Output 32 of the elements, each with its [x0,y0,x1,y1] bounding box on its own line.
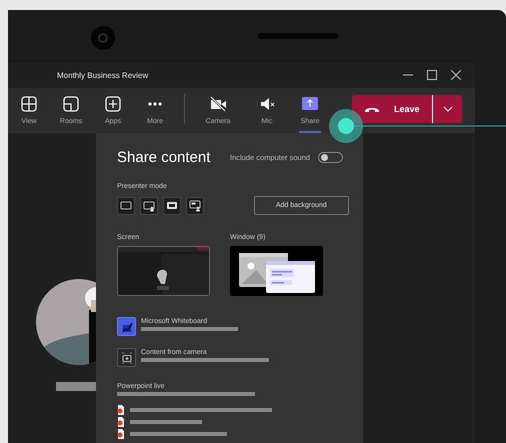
phone-icon [364,105,380,113]
presentation-file-icon [117,417,125,427]
panel-title: Share content [117,149,212,166]
camera-lens-icon [90,25,116,51]
sound-toggle[interactable] [318,152,344,163]
presenter-mode-button[interactable] [162,196,181,214]
presenter-mode-button[interactable] [186,196,204,214]
layout-icon [166,200,178,212]
window-title: Monthly Business Review [57,70,150,80]
presentation-file-icon [117,405,125,415]
maximize-icon[interactable] [427,70,437,80]
camera-tile[interactable] [117,348,136,367]
presentation-file-icon [117,429,125,439]
camera-icon [120,352,132,364]
presenter-icon [142,200,155,212]
add-app-icon [105,96,121,112]
leave-button[interactable]: Leave [352,95,462,123]
rooms-icon [63,96,79,112]
presenter-mode-button[interactable] [117,196,135,214]
presenter-mode-button[interactable] [140,196,158,214]
whiteboard-tile[interactable] [117,317,136,336]
chevron-down-icon [442,106,452,112]
camera-off-icon [210,96,226,112]
whiteboard-icon [120,320,132,332]
share-icon [302,96,318,112]
presenter-icon [188,200,201,212]
grid-icon [21,96,37,112]
screen-icon [120,200,132,212]
speaker-muted-icon [259,96,275,112]
window-thumbnail[interactable] [230,246,323,296]
close-icon[interactable] [451,70,461,80]
screen-thumbnail[interactable] [117,246,210,296]
